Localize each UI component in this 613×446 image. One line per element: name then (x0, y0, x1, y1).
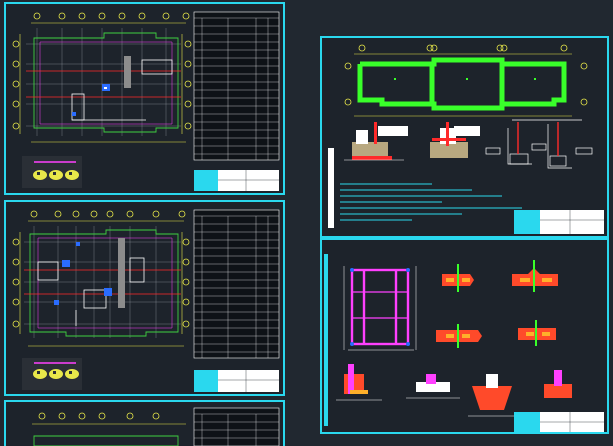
detail-sheet-2[interactable] (320, 238, 609, 434)
reinforcement-drawing (324, 254, 604, 432)
plan-drawing-1 (12, 11, 280, 191)
plan-sheet-2[interactable] (4, 200, 285, 396)
detail-sheet-1[interactable] (320, 36, 609, 238)
foundation-drawing (328, 44, 604, 234)
plan-drawing-3 (32, 407, 280, 446)
plan-sheet-3[interactable] (4, 400, 285, 446)
plan-drawing-2 (12, 209, 280, 392)
plan-sheet-1[interactable] (4, 2, 285, 195)
